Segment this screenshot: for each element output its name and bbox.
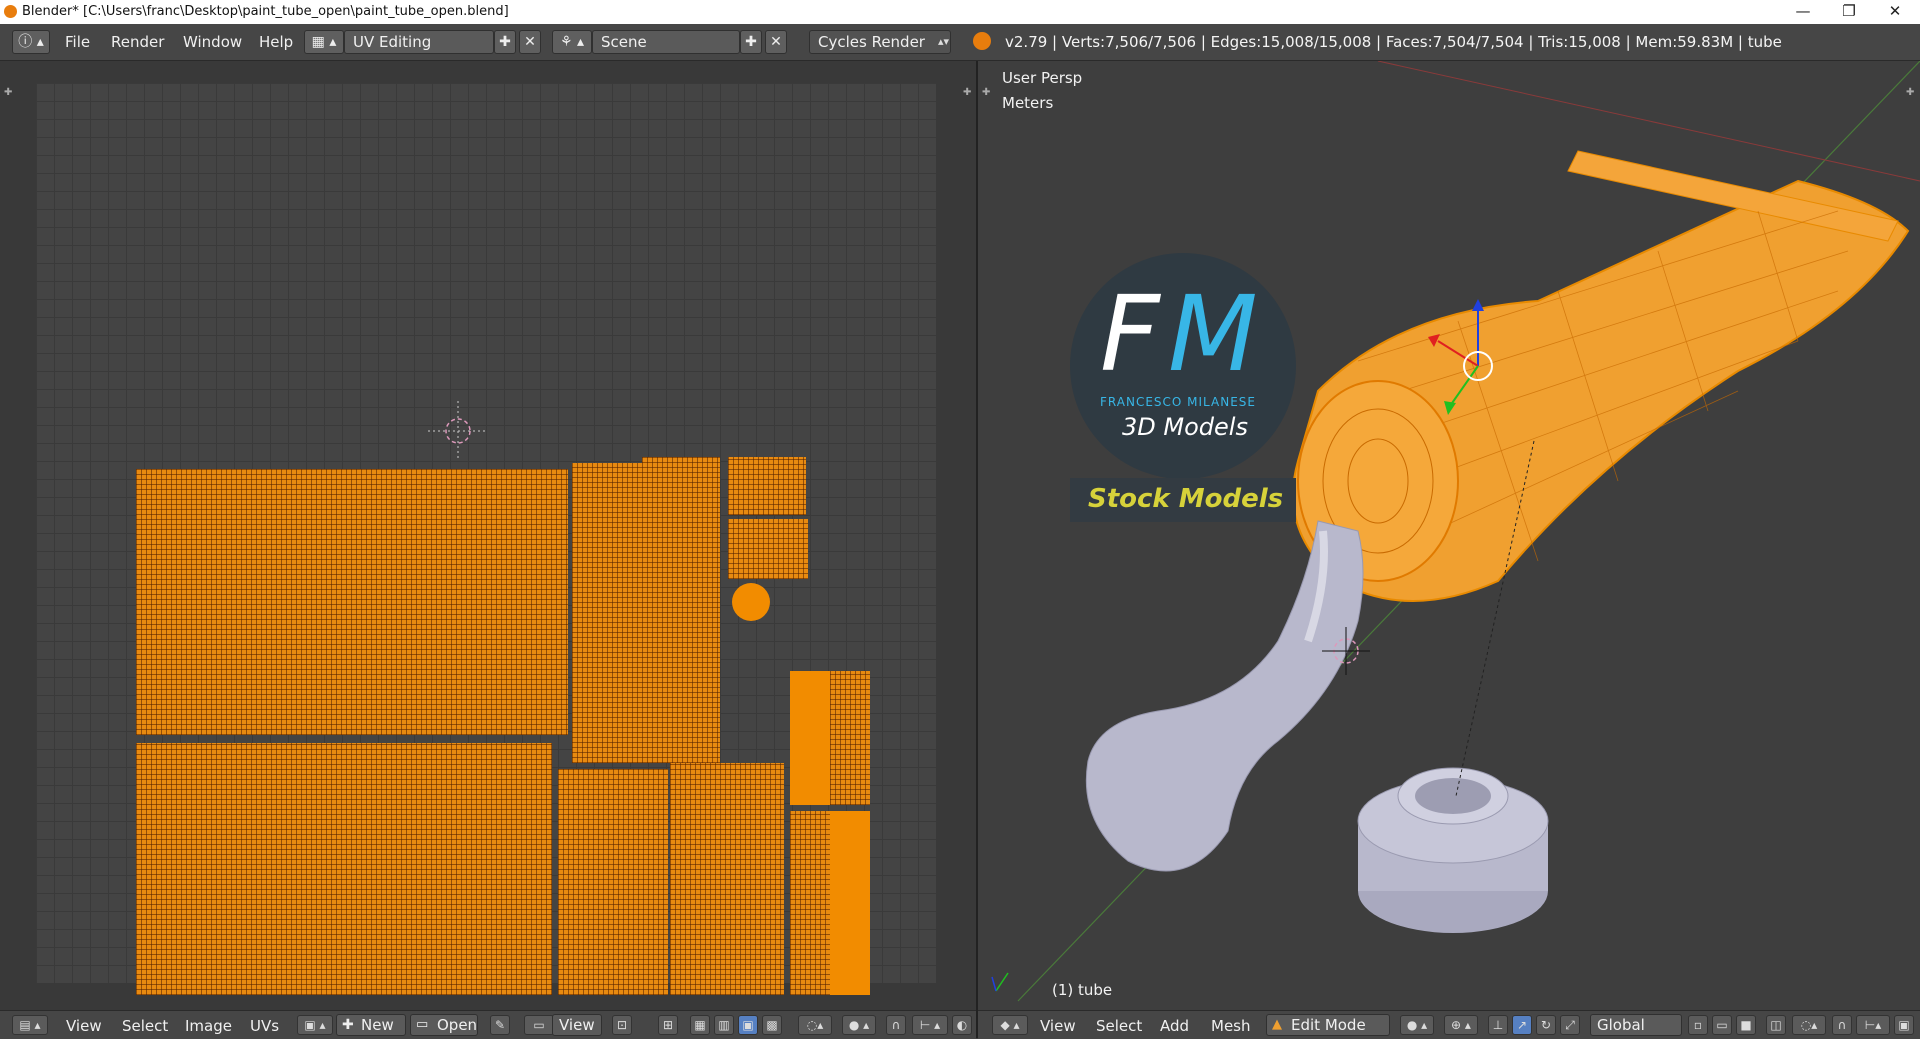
sticky-select-icon[interactable]: ⊞ bbox=[658, 1015, 678, 1035]
view-mode-icon[interactable]: ▭ bbox=[524, 1015, 554, 1035]
screen-layout-field[interactable]: UV Editing bbox=[344, 30, 494, 54]
menu-help[interactable]: Help bbox=[259, 33, 293, 51]
vp-menu-add[interactable]: Add bbox=[1160, 1017, 1189, 1035]
uv-island[interactable] bbox=[642, 457, 720, 763]
uv-island[interactable] bbox=[136, 743, 552, 995]
scale-icon[interactable]: ⤢ bbox=[1560, 1015, 1580, 1035]
mode-select[interactable]: Edit Mode bbox=[1266, 1014, 1390, 1036]
uv-grid-canvas[interactable] bbox=[36, 83, 936, 995]
logo-letter-m: M bbox=[1168, 273, 1258, 395]
uv-menu-view[interactable]: View bbox=[66, 1017, 102, 1035]
plus-icon: ✚ bbox=[342, 1017, 354, 1033]
scene-statistics: v2.79 | Verts:7,506/7,506 | Edges:15,008… bbox=[1005, 33, 1782, 51]
window-title: Blender* [C:\Users\franc\Desktop\paint_t… bbox=[22, 4, 509, 19]
stock-models-banner: Stock Models bbox=[1070, 478, 1296, 522]
pivot-icon[interactable]: ⊡ bbox=[612, 1015, 632, 1035]
uv-island[interactable] bbox=[830, 811, 870, 995]
proportional-edit-icon[interactable]: ◌▴ bbox=[798, 1015, 832, 1035]
scene-render bbox=[991, 61, 1920, 1002]
uv-island[interactable] bbox=[572, 463, 642, 763]
delete-scene-icon[interactable]: ✕ bbox=[765, 30, 787, 54]
top-menubar: ⓘ ▴ File Render Window Help ▦ ▴ UV Editi… bbox=[0, 24, 1920, 61]
uv-island-circle[interactable] bbox=[732, 583, 770, 621]
edit-mode-icon: ▲ bbox=[1272, 1017, 1282, 1032]
screen-layout-icon[interactable]: ▦ ▴ bbox=[304, 30, 344, 54]
fm-logo-badge: F M FRANCESCO MILANESE 3D Models bbox=[1070, 253, 1296, 479]
add-layout-icon[interactable]: ✚ bbox=[494, 30, 516, 54]
limit-selection-icon[interactable]: ◫ bbox=[1766, 1015, 1786, 1035]
uv-menu-select[interactable]: Select bbox=[122, 1017, 168, 1035]
edge-mode-icon[interactable]: ▭ bbox=[1712, 1015, 1732, 1035]
folder-icon: ▭ bbox=[416, 1017, 429, 1032]
uv-island[interactable] bbox=[558, 769, 668, 995]
uv-menu-image[interactable]: Image bbox=[185, 1017, 232, 1035]
manipulator-icon[interactable]: ⊥ bbox=[1488, 1015, 1508, 1035]
render-engine-select[interactable]: Cycles Render bbox=[809, 30, 951, 54]
blender-app-icon bbox=[4, 5, 17, 18]
close-button[interactable]: ✕ bbox=[1872, 0, 1918, 24]
scene-icon[interactable]: ⚘ ▴ bbox=[552, 30, 592, 54]
editor-type-icon[interactable]: ◆ ▴ bbox=[992, 1015, 1028, 1035]
uv-island[interactable] bbox=[728, 519, 808, 579]
active-object-label: (1) tube bbox=[1052, 981, 1113, 999]
delete-layout-icon[interactable]: ✕ bbox=[519, 30, 541, 54]
uv-2d-cursor-icon bbox=[428, 401, 488, 461]
rotate-icon[interactable]: ↻ bbox=[1536, 1015, 1556, 1035]
uv-image-editor[interactable]: ✚ ✚ bbox=[0, 61, 977, 1010]
banner-text: Stock Models bbox=[1088, 484, 1284, 514]
minimize-button[interactable]: — bbox=[1780, 0, 1826, 24]
uv-island[interactable] bbox=[790, 811, 830, 995]
snap-element-icon[interactable]: ● ▴ bbox=[842, 1015, 876, 1035]
image-browse-icon[interactable]: ▣ ▴ bbox=[297, 1015, 333, 1035]
vertex-mode-icon[interactable]: ▫ bbox=[1688, 1015, 1708, 1035]
editor-type-icon[interactable]: ▤ ▴ bbox=[12, 1015, 48, 1035]
viewport-header: ◆ ▴ View Select Add Mesh Edit Mode ▲ ● ▴… bbox=[978, 1010, 1920, 1039]
pin-icon[interactable]: ✎ bbox=[490, 1015, 510, 1035]
blender-logo-icon bbox=[973, 32, 991, 50]
vp-menu-view[interactable]: View bbox=[1040, 1017, 1076, 1035]
logo-letter-f: F bbox=[1100, 273, 1160, 395]
menu-window[interactable]: Window bbox=[183, 33, 242, 51]
restore-button[interactable]: ❐ bbox=[1826, 0, 1872, 24]
info-editor-type-icon[interactable]: ⓘ ▴ bbox=[12, 30, 50, 54]
uv-menu-uvs[interactable]: UVs bbox=[250, 1017, 279, 1035]
face-mode-icon[interactable]: ■ bbox=[1736, 1015, 1756, 1035]
snap-target-icon[interactable]: ⊢ ▴ bbox=[912, 1015, 948, 1035]
edge-select-icon[interactable]: ▥ bbox=[714, 1015, 734, 1035]
menu-file[interactable]: File bbox=[65, 33, 90, 51]
vp-menu-select[interactable]: Select bbox=[1096, 1017, 1142, 1035]
face-select-icon[interactable]: ▣ bbox=[738, 1015, 758, 1035]
add-scene-icon[interactable]: ✚ bbox=[740, 30, 762, 54]
magnet-icon[interactable]: ∩ bbox=[1832, 1015, 1852, 1035]
scene-field[interactable]: Scene bbox=[592, 30, 740, 54]
snap-element-icon[interactable]: ⊢▴ bbox=[1856, 1015, 1890, 1035]
island-select-icon[interactable]: ▩ bbox=[762, 1015, 782, 1035]
area-corner-icon[interactable]: ✚ bbox=[963, 87, 971, 98]
uv-island[interactable] bbox=[136, 469, 568, 735]
uv-island[interactable] bbox=[790, 671, 830, 805]
pivot-point-icon[interactable]: ⊕ ▴ bbox=[1444, 1015, 1478, 1035]
vp-menu-mesh[interactable]: Mesh bbox=[1211, 1017, 1251, 1035]
proportional-edit-icon[interactable]: ◌▴ bbox=[1792, 1015, 1826, 1035]
snap-target-icon[interactable]: ▣ bbox=[1894, 1015, 1914, 1035]
view-select[interactable]: View bbox=[552, 1014, 602, 1036]
uv-island[interactable] bbox=[830, 671, 870, 805]
logo-subtitle: 3D Models bbox=[1122, 413, 1248, 441]
orientation-select[interactable]: Global bbox=[1590, 1014, 1682, 1036]
translate-icon[interactable]: ↗ bbox=[1512, 1015, 1532, 1035]
vertex-select-icon[interactable]: ▦ bbox=[690, 1015, 710, 1035]
3d-viewport[interactable]: ✚ ✚ User Persp Meters F M FRANCESCO MILA… bbox=[978, 61, 1920, 1010]
display-icon[interactable]: ◐ bbox=[952, 1015, 972, 1035]
shading-icon[interactable]: ● ▴ bbox=[1400, 1015, 1434, 1035]
magnet-icon[interactable]: ∩ bbox=[886, 1015, 906, 1035]
window-titlebar: Blender* [C:\Users\franc\Desktop\paint_t… bbox=[0, 0, 1920, 24]
uv-editor-header: ▤ ▴ View Select Image UVs ▣ ▴ New ✚ Open… bbox=[0, 1010, 976, 1039]
uv-island[interactable] bbox=[728, 457, 806, 515]
uv-island[interactable] bbox=[670, 763, 784, 995]
area-corner-icon[interactable]: ✚ bbox=[4, 87, 12, 98]
chevron-updown-icon: ▴▾ bbox=[938, 35, 950, 48]
logo-name: FRANCESCO MILANESE bbox=[1100, 395, 1256, 409]
menu-render[interactable]: Render bbox=[111, 33, 164, 51]
